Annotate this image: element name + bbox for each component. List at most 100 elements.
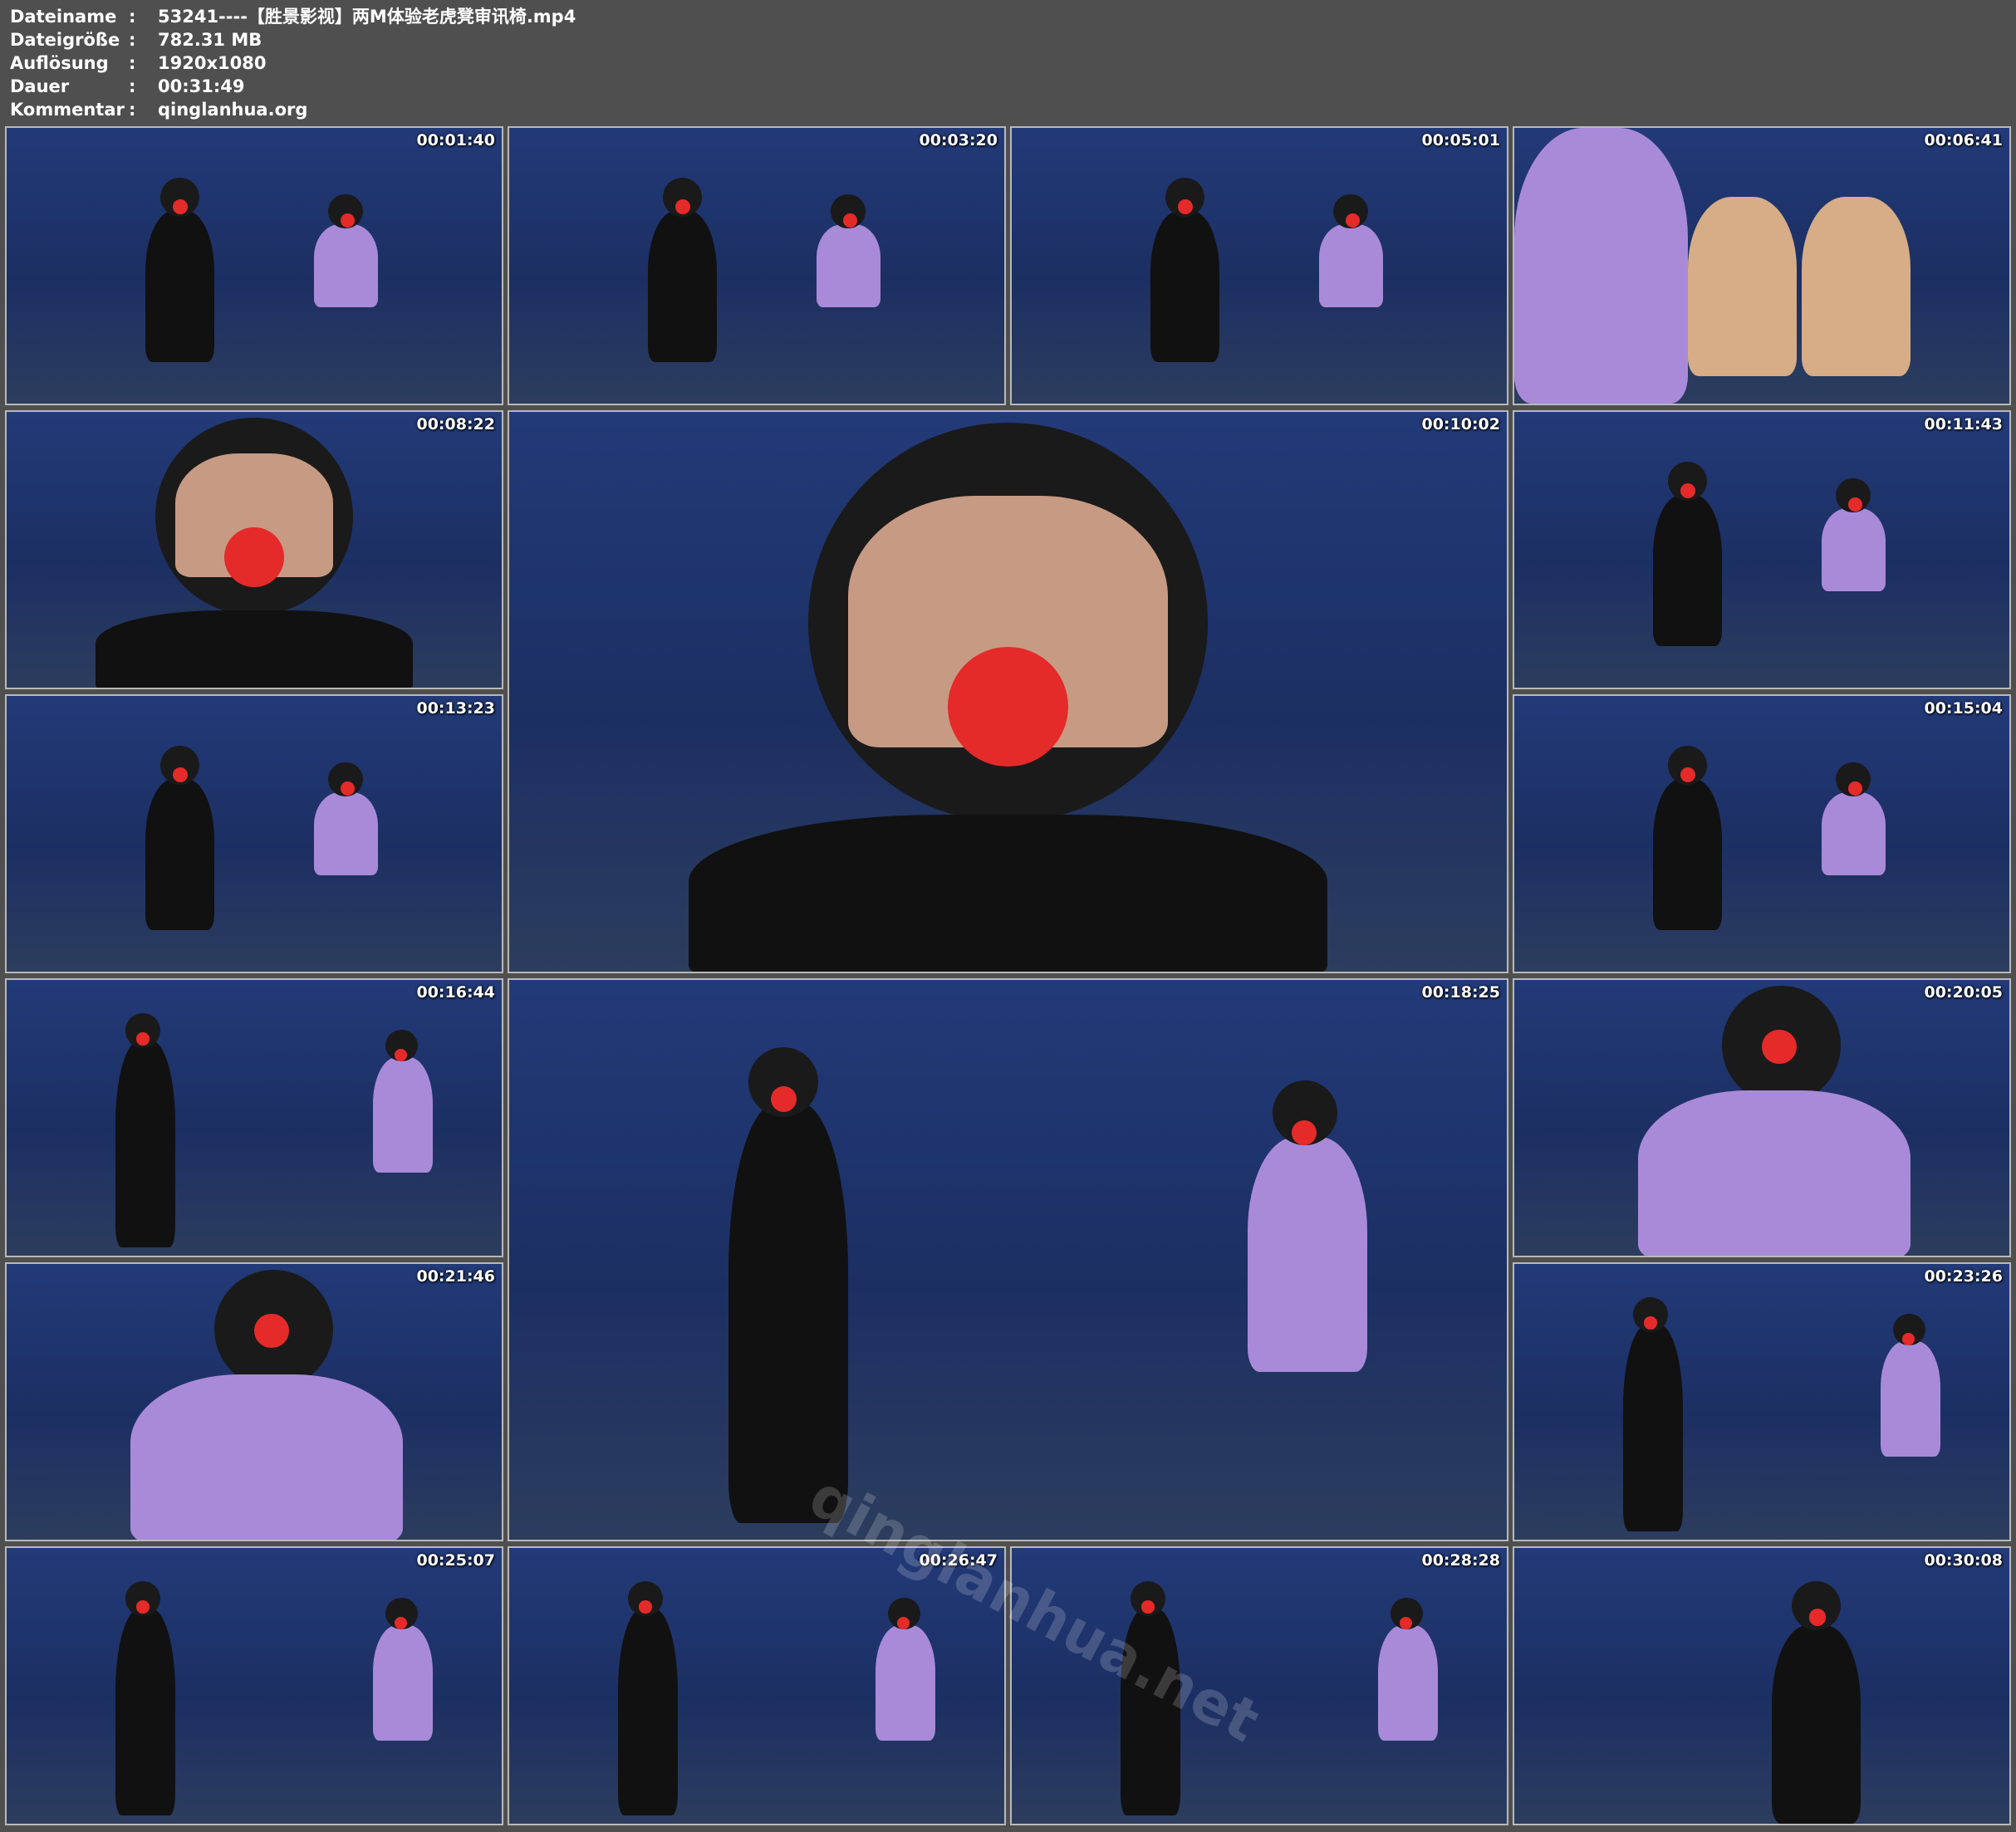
ball-gag [172,199,188,215]
timestamp-label: 00:13:23 [416,699,495,718]
ball-gag [136,1600,150,1614]
video-thumbnail[interactable]: 00:20:05 [1513,978,2011,1257]
ball-gag [254,1313,289,1349]
video-thumbnail[interactable]: 00:23:26 [1513,1262,2011,1541]
scene-background [1012,128,1507,404]
scene-background [1514,412,2009,688]
video-thumbnail[interactable]: 00:01:40 [5,126,503,405]
timestamp-label: 00:21:46 [416,1267,495,1286]
timestamp-label: 00:25:07 [416,1551,495,1570]
ball-gag [674,199,690,215]
video-thumbnail[interactable]: 00:10:02 [508,410,1508,973]
ball-gag [1848,781,1862,796]
purple-dress [130,1374,403,1540]
foot [1801,197,1911,376]
ball-gag [1346,213,1360,228]
ball-gag [1644,1316,1657,1330]
video-thumbnail[interactable]: 00:16:44 [5,978,503,1257]
figure-black-dress [115,1041,175,1248]
figure-purple-dress [373,1056,433,1173]
ball-gag [1177,199,1193,215]
figure-black-dress [115,1609,175,1816]
ball-gag [224,527,284,587]
ball-gag [341,213,355,228]
figure-purple-dress [1881,1340,1940,1457]
scene-background [7,128,502,404]
video-thumbnail[interactable]: 00:15:04 [1513,694,2011,973]
figure-purple-dress [1821,792,1886,875]
ball-gag [341,781,355,796]
figure-black-dress [1771,1624,1861,1824]
lace-dress [96,610,413,688]
video-thumbnail[interactable]: 00:06:41 [1513,126,2011,405]
ball-gag [639,1600,652,1614]
timestamp-label: 00:05:01 [1421,131,1500,149]
ball-gag [1808,1609,1827,1626]
lace-dress [689,815,1327,972]
video-thumbnail[interactable]: 00:21:46 [5,1262,503,1541]
figure-purple-dress [876,1624,935,1741]
timestamp-label: 00:28:28 [1421,1551,1500,1570]
foot [1687,197,1797,376]
scene-background [509,128,1004,404]
scene-background [1514,1548,2009,1824]
timestamp-label: 00:23:26 [1924,1267,2003,1286]
video-thumbnail[interactable]: 00:28:28 [1010,1546,1508,1825]
ball-gag [770,1086,797,1113]
figure-purple-dress [1378,1624,1438,1741]
figure-purple-dress [816,224,880,307]
video-thumbnail[interactable]: 00:11:43 [1513,410,2011,689]
timestamp-label: 00:11:43 [1924,415,2003,434]
ball-gag [1400,1617,1413,1629]
ball-gag [395,1617,408,1629]
timestamp-label: 00:10:02 [1421,415,1500,434]
figure-black-dress [1150,210,1220,363]
timestamp-label: 00:18:25 [1421,983,1500,1002]
ball-gag [1141,1600,1155,1614]
figure-black-dress [647,210,718,363]
timestamp-label: 00:30:08 [1924,1551,2003,1570]
video-thumbnail[interactable]: 00:13:23 [5,694,503,973]
video-thumbnail[interactable]: 00:05:01 [1010,126,1508,405]
purple-dress [1638,1090,1911,1256]
timestamp-label: 00:08:22 [416,415,495,434]
scene-background [1514,696,2009,972]
figure-black-dress [145,778,215,931]
timestamp-label: 00:01:40 [416,131,495,149]
figure-purple-dress [313,224,378,307]
figure-purple-dress [313,792,378,875]
purple-dress [1514,128,1688,404]
ball-gag [1902,1333,1915,1345]
video-thumbnail[interactable]: 00:08:22 [5,410,503,689]
ball-gag [1680,483,1695,499]
ball-gag [1762,1029,1797,1065]
ball-gag [897,1617,910,1629]
figure-black-dress [728,1103,849,1523]
figure-purple-dress [1318,224,1383,307]
timestamp-label: 00:15:04 [1924,699,2003,718]
timestamp-label: 00:20:05 [1924,983,2003,1002]
scene-background [7,696,502,972]
figure-black-dress [1652,778,1723,931]
ball-gag [395,1049,408,1061]
figure-black-dress [1623,1325,1683,1532]
ball-gag [136,1032,150,1046]
video-thumbnail[interactable]: 00:18:25 [508,978,1508,1541]
ball-gag [948,647,1068,767]
figure-black-dress [1652,494,1723,647]
ball-gag [1848,497,1862,512]
video-thumbnail[interactable]: 00:25:07 [5,1546,503,1825]
ball-gag [1680,767,1695,783]
ball-gag [1291,1119,1317,1145]
video-thumbnail[interactable]: 00:03:20 [508,126,1006,405]
figure-black-dress [618,1609,678,1816]
ball-gag [172,767,188,783]
figure-purple-dress [1821,508,1886,591]
figure-purple-dress [1247,1136,1367,1372]
timestamp-label: 00:03:20 [919,131,998,149]
ball-gag [843,213,857,228]
video-thumbnail[interactable]: 00:30:08 [1513,1546,2011,1825]
figure-black-dress [145,210,215,363]
figure-purple-dress [373,1624,433,1741]
timestamp-label: 00:16:44 [416,983,495,1002]
